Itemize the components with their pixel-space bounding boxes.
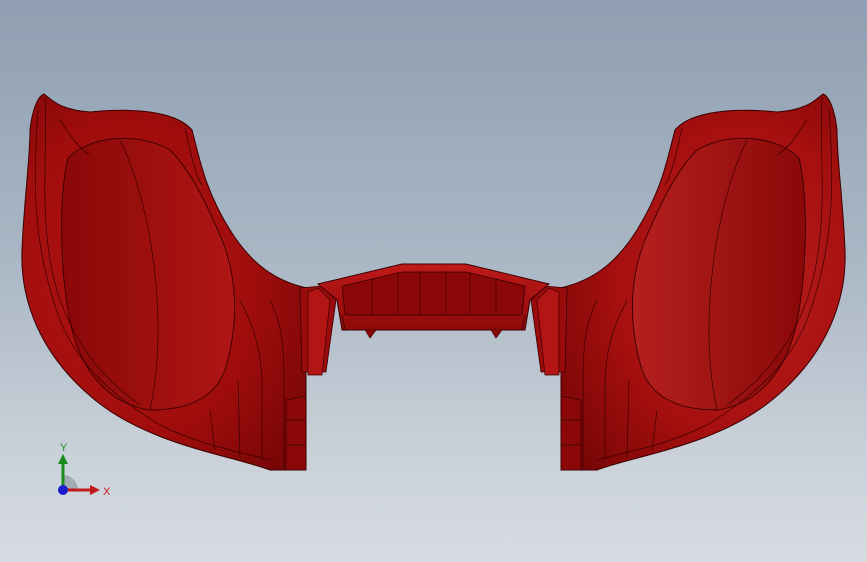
x-axis-label: X bbox=[103, 486, 111, 498]
cad-model-fairing[interactable] bbox=[0, 0, 867, 562]
right-wing[interactable] bbox=[530, 93, 846, 471]
left-wing[interactable] bbox=[21, 93, 337, 471]
center-bridge[interactable] bbox=[307, 263, 560, 376]
y-axis-label: Y bbox=[60, 442, 68, 454]
graphics-viewport[interactable]: Y X bbox=[0, 0, 867, 562]
z-axis-dot bbox=[58, 485, 68, 495]
